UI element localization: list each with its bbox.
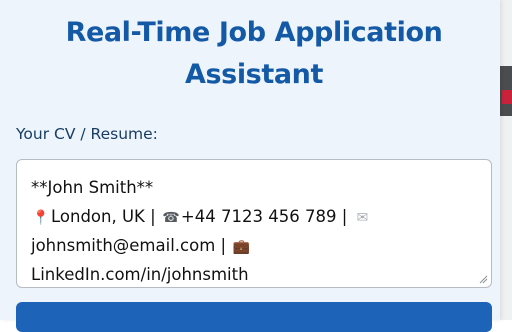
phone-icon: ☎ xyxy=(162,210,180,226)
envelope-icon: ✉ xyxy=(356,210,369,226)
briefcase-icon: 💼 xyxy=(232,239,251,255)
cv-location-text: London, UK | xyxy=(51,207,161,226)
cv-line-name: **John Smith** xyxy=(31,178,154,197)
cv-line-contact: 📍London, UK | ☎+44 7123 456 789 | ✉ xyxy=(31,202,481,231)
cv-field-label: Your CV / Resume: xyxy=(16,125,158,143)
resize-handle-icon[interactable] xyxy=(478,274,488,284)
cv-line-linkedin: LinkedIn.com/in/johnsmith xyxy=(31,265,249,284)
cv-phone-text: +44 7123 456 789 | xyxy=(180,207,353,226)
title-line-2: Assistant xyxy=(184,59,324,90)
cv-textarea-content: **John Smith** 📍London, UK | ☎+44 7123 4… xyxy=(31,173,481,287)
cv-textarea[interactable]: **John Smith** 📍London, UK | ☎+44 7123 4… xyxy=(16,159,492,288)
page-title: Real-Time Job Application Assistant xyxy=(0,12,508,96)
location-pin-icon: 📍 xyxy=(32,210,50,226)
cv-email-text: johnsmith@email.com | xyxy=(31,236,232,255)
submit-button[interactable] xyxy=(16,302,492,332)
title-line-1: Real-Time Job Application xyxy=(65,17,443,48)
cv-line-email: johnsmith@email.com | 💼 xyxy=(31,231,481,260)
assistant-panel: Real-Time Job Application Assistant Your… xyxy=(0,0,500,332)
